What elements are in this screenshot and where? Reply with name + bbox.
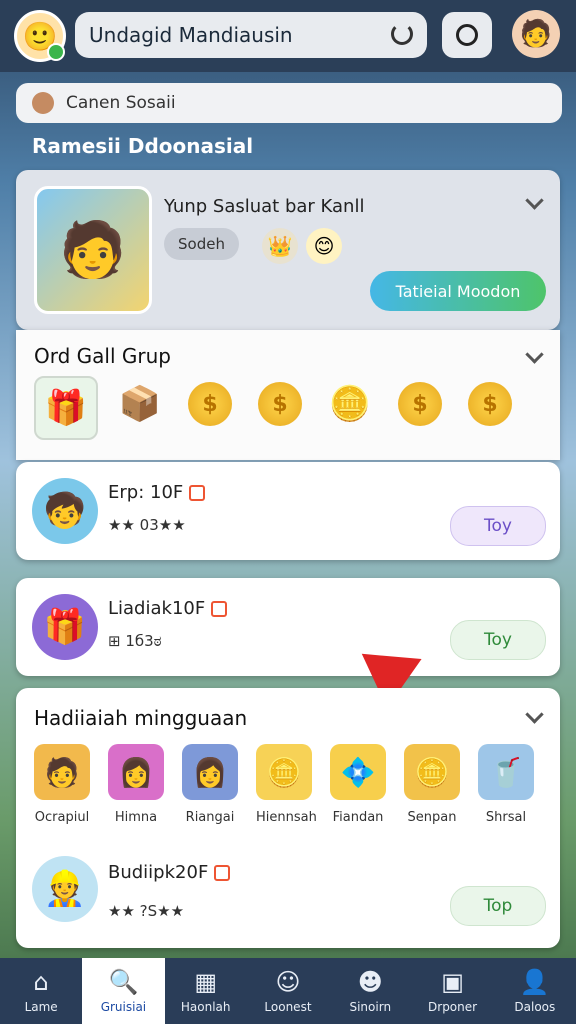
chevron-down-icon[interactable]: [525, 705, 544, 724]
nav-label: Loonest: [264, 1000, 312, 1014]
weekly-item[interactable]: 🥤 Shrsal: [478, 744, 534, 825]
weekly-row: 🧑 Ocrapiul 👩 Himna 👩 Riangai 🪙 Hiennsah 💠 Fia…: [34, 744, 534, 825]
profile-button[interactable]: 🧑: [512, 10, 560, 58]
nav-item-bag[interactable]: ▣ Drponer: [411, 958, 493, 1024]
title-field[interactable]: Undagid Mandiausin: [75, 12, 427, 58]
online-badge: [47, 43, 65, 61]
item-name: Liadiak10F: [108, 598, 228, 619]
gem-icon: 💠: [330, 744, 386, 800]
search-bar[interactable]: Canen Sosaii: [16, 83, 562, 123]
weekly-item-label: Fiandan: [332, 810, 384, 825]
coin-icon[interactable]: $: [182, 376, 238, 432]
item-avatar: 🎁: [32, 594, 98, 660]
badge-icon: [214, 865, 231, 881]
search-input[interactable]: Canen Sosaii: [66, 93, 176, 113]
toy-button[interactable]: Toy: [450, 620, 546, 660]
coin-stack-icon: 🪙: [404, 744, 460, 800]
weekly-item[interactable]: 👩 Riangai: [182, 744, 238, 825]
coin-pair-icon[interactable]: $: [392, 376, 448, 432]
smile-icon: ☻: [357, 968, 383, 996]
gift-bag-icon[interactable]: 🎁: [34, 376, 98, 440]
chevron-down-icon[interactable]: [525, 191, 544, 210]
search-icon: 🔍: [108, 968, 139, 996]
coin-icon[interactable]: $: [462, 376, 518, 432]
refresh-icon[interactable]: [391, 23, 413, 45]
avatar: 👩: [108, 744, 164, 800]
list-item[interactable]: 🎁 Liadiak10F ⊞ 1б3ಠ Toy: [16, 578, 560, 676]
featured-tag[interactable]: Sodeh: [164, 228, 239, 260]
bag-icon: ▣: [441, 968, 464, 996]
badge-icon: [189, 485, 206, 501]
group-card: Ord Gall Grup 🎁 📦 $ $ 🪙 $ $: [16, 330, 560, 460]
top-button[interactable]: Top: [450, 886, 546, 926]
crown-icon[interactable]: 👑: [262, 228, 298, 264]
coin-cup-icon: 🥤: [478, 744, 534, 800]
weekly-title: Hadiiaiah mingguaan: [34, 706, 248, 730]
user-avatar[interactable]: 🙂: [14, 10, 66, 62]
featured-title: Yunp Sasluat bar Kanll: [164, 196, 365, 217]
item-meta: ★★ 03★★: [108, 516, 186, 534]
gift-box-icon[interactable]: 📦: [112, 376, 168, 432]
weekly-item[interactable]: 🪙 Senpan: [404, 744, 460, 825]
weekly-item-label: Riangai: [185, 810, 235, 825]
weekly-item[interactable]: 🪙 Hiennsah: [256, 744, 317, 825]
calendar-icon: ▦: [194, 968, 218, 996]
nav-label: Gruisiai: [100, 1000, 147, 1014]
weekly-item-label: Himna: [114, 810, 158, 825]
nav-item-person[interactable]: 👤 Daloos: [494, 958, 576, 1024]
featured-image: 🧑: [34, 186, 152, 314]
badge-icon: [211, 601, 228, 617]
weekly-item-label: Shrsal: [485, 810, 527, 825]
weekly-item[interactable]: 👩 Himna: [108, 744, 164, 825]
nav-label: Sinoirn: [349, 1000, 392, 1014]
coin-icon: 🪙: [256, 744, 312, 800]
camera-button[interactable]: [442, 12, 492, 58]
person-icon: 👤: [519, 968, 550, 996]
bottom-nav: ⌂ Lame 🔍 Gruisiai ▦ Haonlah ☺ Loonest ☻ Sinoi…: [0, 958, 576, 1024]
face-icon: ☺: [275, 968, 301, 996]
toy-button[interactable]: Toy: [450, 506, 546, 546]
item-name: Erp: 10F: [108, 482, 206, 503]
item-avatar: 🧒: [32, 478, 98, 544]
gift-row: 🎁 📦 $ $ 🪙 $ $: [34, 376, 518, 440]
weekly-item-label: Hiennsah: [256, 810, 317, 825]
avatar: 👩: [182, 744, 238, 800]
app-title: Undagid Mandiausin: [89, 23, 293, 47]
search-avatar-icon: [32, 92, 54, 114]
group-title: Ord Gall Grup: [34, 344, 171, 368]
nav-item-calendar[interactable]: ▦ Haonlah: [165, 958, 247, 1024]
home-icon: ⌂: [33, 968, 49, 996]
item-avatar: 👷: [32, 856, 98, 922]
coin-stack-icon[interactable]: 🪙: [322, 376, 378, 432]
smile-icon[interactable]: 😊: [306, 228, 342, 264]
nav-item-smile[interactable]: ☻ Sinoirn: [329, 958, 411, 1024]
nav-item-search[interactable]: 🔍 Gruisiai: [82, 958, 165, 1024]
weekly-item[interactable]: 🧑 Ocrapiul: [34, 744, 90, 825]
featured-card[interactable]: 🧑 Yunp Sasluat bar Kanll Sodeh 👑 😊 Tatie…: [16, 170, 560, 330]
nav-label: Lame: [24, 1000, 58, 1014]
nav-item-home[interactable]: ⌂ Lame: [0, 958, 82, 1024]
chevron-down-icon[interactable]: [525, 345, 544, 364]
nav-item-face[interactable]: ☺ Loonest: [247, 958, 329, 1024]
nav-label: Daloos: [514, 1000, 556, 1014]
weekly-item-label: Senpan: [407, 810, 457, 825]
top-bar: 🙂 Undagid Mandiausin 🧑: [0, 0, 576, 72]
weekly-item-label: Ocrapiul: [34, 810, 90, 825]
item-meta: ⊞ 1б3ಠ: [108, 632, 162, 650]
camera-icon: [456, 24, 478, 46]
weekly-item[interactable]: 💠 Fiandan: [330, 744, 386, 825]
nav-label: Haonlah: [180, 1000, 231, 1014]
item-meta: ★★ ?S★★: [108, 902, 185, 920]
avatar: 🧑: [34, 744, 90, 800]
featured-action-button[interactable]: Tatieial Moodon: [370, 271, 546, 311]
weekly-card: Hadiiaiah mingguaan 🧑 Ocrapiul 👩 Himna 👩 Ri…: [16, 688, 560, 948]
section-title: Ramesii Ddoonasial: [32, 134, 254, 158]
nav-label: Drponer: [428, 1000, 478, 1014]
item-name: Budiipk20F: [108, 862, 231, 883]
coin-icon[interactable]: $: [252, 376, 308, 432]
list-item[interactable]: 🧒 Erp: 10F ★★ 03★★ Toy: [16, 462, 560, 560]
